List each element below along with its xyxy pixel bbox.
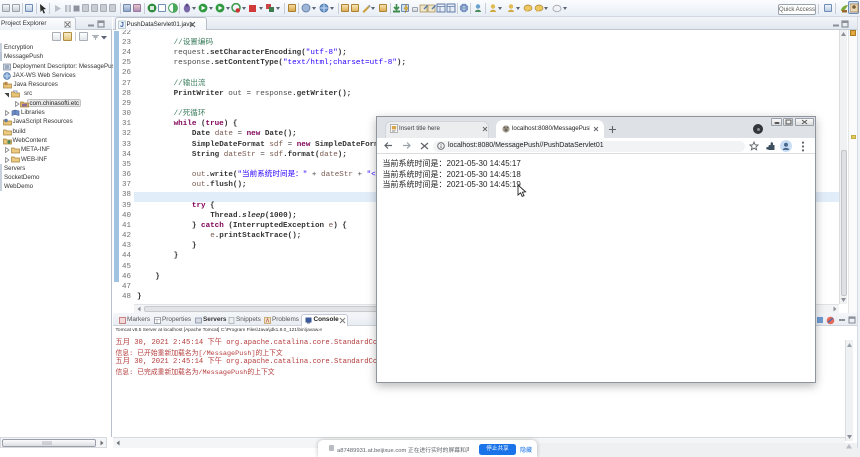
svg-text:J: J	[120, 22, 124, 29]
